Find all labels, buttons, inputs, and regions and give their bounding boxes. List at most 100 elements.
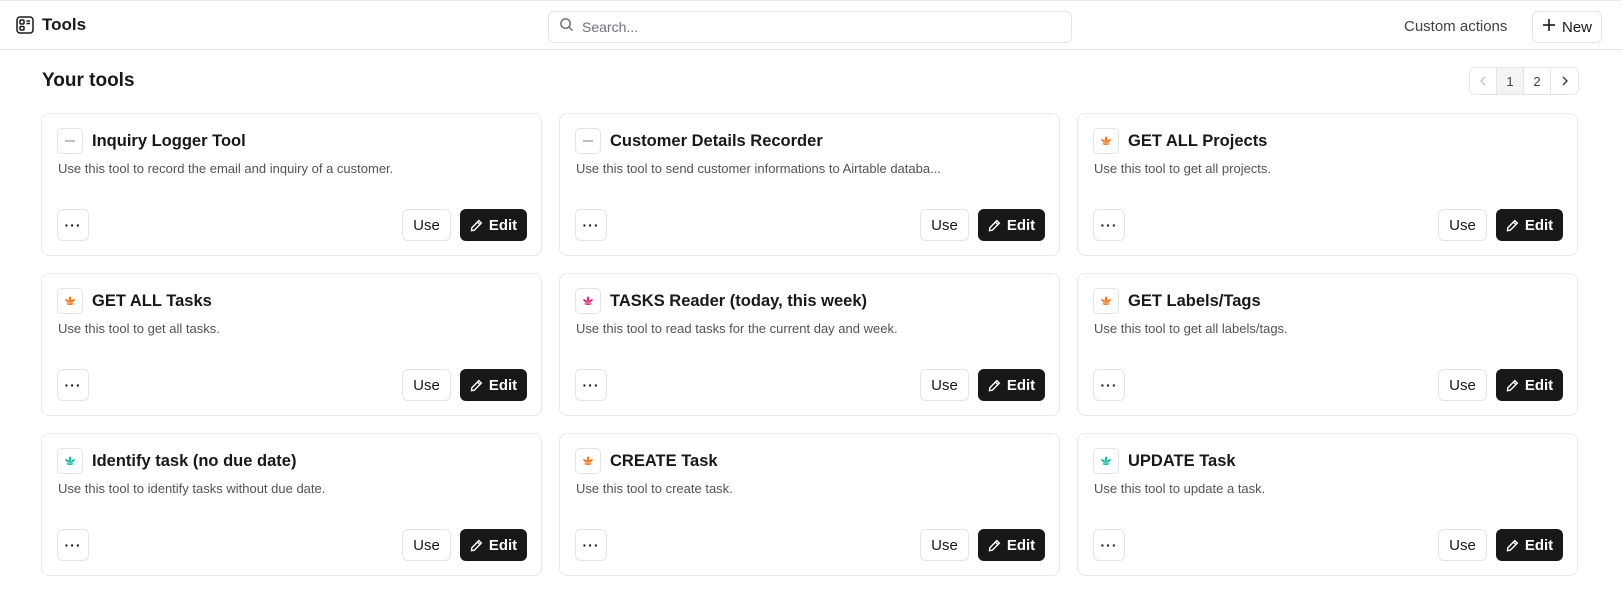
edit-button[interactable]: Edit: [460, 529, 527, 561]
tool-description: Use this tool to read tasks for the curr…: [576, 321, 898, 336]
pencil-icon: [470, 379, 483, 392]
tool-icon: [575, 128, 601, 154]
tool-description: Use this tool to identify tasks without …: [58, 481, 326, 496]
more-label: ···: [1100, 537, 1118, 553]
search-box[interactable]: [548, 11, 1072, 43]
more-label: ···: [1100, 217, 1118, 233]
new-button-label: New: [1561, 18, 1592, 36]
more-options-button[interactable]: ···: [575, 529, 607, 561]
more-label: ···: [582, 377, 600, 393]
custom-actions-link[interactable]: Custom actions: [1404, 18, 1507, 35]
more-options-button[interactable]: ···: [57, 529, 89, 561]
tool-description: Use this tool to update a task.: [1094, 481, 1266, 496]
more-options-button[interactable]: ···: [575, 209, 607, 241]
section-title: Your tools: [42, 70, 135, 91]
pagination-page-2[interactable]: 2: [1524, 68, 1551, 94]
pagination-next-button[interactable]: [1551, 68, 1578, 94]
chevron-left-icon: [1479, 74, 1487, 89]
tool-card-header: Identify task (no due date): [57, 448, 296, 474]
more-options-button[interactable]: ···: [575, 369, 607, 401]
tool-title: UPDATE Task: [1128, 451, 1236, 470]
use-label: Use: [1449, 536, 1476, 554]
search-input[interactable]: [582, 19, 1071, 35]
tool-icon: [57, 128, 83, 154]
use-button[interactable]: Use: [402, 529, 451, 561]
pencil-icon: [1506, 539, 1519, 552]
tool-title: GET ALL Projects: [1128, 131, 1268, 150]
new-button[interactable]: New: [1532, 11, 1602, 43]
tool-card: GET ALL Projects Use this tool to get al…: [1077, 113, 1578, 256]
use-button[interactable]: Use: [1438, 369, 1487, 401]
edit-button[interactable]: Edit: [1496, 209, 1563, 241]
tool-title: Identify task (no due date): [92, 451, 297, 470]
lotus-icon: [581, 454, 595, 468]
tool-card-header: GET ALL Projects: [1093, 128, 1267, 154]
pencil-icon: [1506, 219, 1519, 232]
plus-icon: [1542, 18, 1556, 36]
edit-button[interactable]: Edit: [1496, 529, 1563, 561]
edit-button[interactable]: Edit: [1496, 369, 1563, 401]
use-button[interactable]: Use: [1438, 209, 1487, 241]
use-label: Use: [931, 376, 958, 394]
edit-label: Edit: [1524, 216, 1554, 234]
edit-button[interactable]: Edit: [978, 369, 1045, 401]
more-label: ···: [582, 537, 600, 553]
pagination-prev-button[interactable]: [1470, 68, 1497, 94]
tool-card: Customer Details Recorder Use this tool …: [559, 113, 1060, 256]
tool-card-header: CREATE Task: [575, 448, 718, 474]
lotus-icon: [1099, 294, 1113, 308]
tool-icon: [575, 288, 601, 314]
edit-button[interactable]: Edit: [460, 369, 527, 401]
more-label: ···: [1100, 377, 1118, 393]
app-title: Tools: [16, 15, 86, 35]
edit-label: Edit: [1006, 216, 1036, 234]
more-options-button[interactable]: ···: [57, 369, 89, 401]
edit-button[interactable]: Edit: [978, 529, 1045, 561]
tool-icon: [57, 288, 83, 314]
tool-card-header: Customer Details Recorder: [575, 128, 823, 154]
dash-icon: [581, 134, 595, 148]
more-options-button[interactable]: ···: [1093, 209, 1125, 241]
use-button[interactable]: Use: [920, 529, 969, 561]
tool-description: Use this tool to send customer informati…: [576, 161, 941, 176]
use-label: Use: [1449, 376, 1476, 394]
edit-button[interactable]: Edit: [460, 209, 527, 241]
more-options-button[interactable]: ···: [1093, 369, 1125, 401]
use-button[interactable]: Use: [920, 369, 969, 401]
more-options-button[interactable]: ···: [1093, 529, 1125, 561]
tool-title: GET ALL Tasks: [92, 291, 212, 310]
lotus-icon: [63, 454, 77, 468]
tool-icon: [1093, 288, 1119, 314]
use-button[interactable]: Use: [402, 369, 451, 401]
lotus-icon: [1099, 454, 1113, 468]
tool-description: Use this tool to create task.: [576, 481, 733, 496]
use-label: Use: [413, 376, 440, 394]
tools-icon: [16, 16, 34, 34]
tool-title: Customer Details Recorder: [610, 131, 823, 150]
tool-icon: [1093, 448, 1119, 474]
tool-card: GET Labels/Tags Use this tool to get all…: [1077, 273, 1578, 416]
tool-title: CREATE Task: [610, 451, 718, 470]
tool-description: Use this tool to get all projects.: [1094, 161, 1272, 176]
lotus-icon: [63, 294, 77, 308]
edit-button[interactable]: Edit: [978, 209, 1045, 241]
tools-grid: Inquiry Logger Tool Use this tool to rec…: [41, 113, 1579, 576]
more-options-button[interactable]: ···: [57, 209, 89, 241]
pagination-page-1[interactable]: 1: [1497, 68, 1524, 94]
use-button[interactable]: Use: [1438, 529, 1487, 561]
more-label: ···: [64, 377, 82, 393]
use-button[interactable]: Use: [920, 209, 969, 241]
use-label: Use: [413, 216, 440, 234]
page-title: Tools: [42, 15, 87, 34]
use-button[interactable]: Use: [402, 209, 451, 241]
tool-description: Use this tool to get all tasks.: [58, 321, 220, 336]
tool-card: GET ALL Tasks Use this tool to get all t…: [41, 273, 542, 416]
edit-label: Edit: [488, 376, 518, 394]
more-label: ···: [64, 217, 82, 233]
tool-icon: [575, 448, 601, 474]
edit-label: Edit: [1524, 376, 1554, 394]
tool-icon: [57, 448, 83, 474]
tool-card-header: GET Labels/Tags: [1093, 288, 1261, 314]
tool-card: UPDATE Task Use this tool to update a ta…: [1077, 433, 1578, 576]
more-label: ···: [64, 537, 82, 553]
